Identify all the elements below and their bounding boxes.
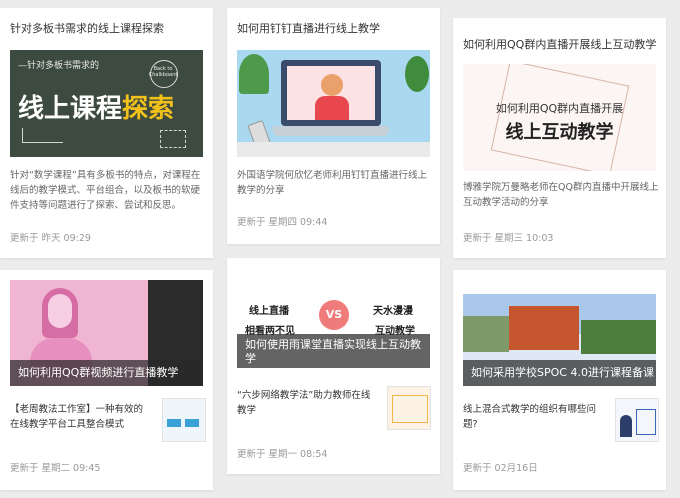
card-title[interactable]: 针对多板书需求的线上课程探索	[10, 22, 164, 36]
course-card-2[interactable]: 如何用钉钉直播进行线上教学 外国语学院何欣忆老师利用钉钉直播进行线上教学的分享 …	[227, 8, 440, 244]
thumb-line1: 如何利用QQ群内直播开展	[495, 102, 624, 115]
mini-box	[167, 419, 181, 427]
teacher-avatar	[321, 74, 343, 96]
course-card-1[interactable]: 针对多板书需求的线上课程探索 —针对多板书需求的 Back to Chalkbo…	[0, 8, 213, 258]
card-caption[interactable]: 如何使用雨课堂直播实现线上互动教学	[237, 334, 430, 368]
thumb-small-text: —针对多板书需求的	[18, 61, 100, 71]
card-description: 博雅学院万曼略老师在QQ群内直播中开展线上互动教学活动的分享	[463, 182, 659, 208]
card-thumbnail[interactable]: 如何利用QQ群内直播开展 线上互动教学	[463, 64, 656, 171]
course-card-5[interactable]: 线上直播 相看两不见 VS 天水漫漫 互动教学 如何使用雨课堂直播实现线上互动教…	[227, 258, 440, 474]
updated-time: 更新于 星期二 09:45	[10, 463, 101, 474]
thumb-big-text-white: 线上课程	[18, 94, 123, 124]
mini-person	[620, 415, 632, 437]
course-card-3[interactable]: 如何利用QQ群内直播开展线上互动教学 如何利用QQ群内直播开展 线上互动教学 博…	[453, 18, 666, 258]
related-article-link[interactable]: 线上混合式教学的组织有哪些问题?	[463, 402, 605, 432]
thumb-badge-text: Back to Chalkboard	[148, 66, 178, 78]
card-thumbnail[interactable]: 如何采用学校SPOC 4.0进行课程备课	[463, 280, 656, 386]
course-card-6[interactable]: 如何采用学校SPOC 4.0进行课程备课 线上混合式教学的组织有哪些问题? 更新…	[453, 270, 666, 490]
updated-time: 更新于 星期一 08:54	[237, 449, 328, 460]
thumb-right-line1: 天水漫漫	[373, 306, 413, 317]
card-title[interactable]: 如何用钉钉直播进行线上教学	[237, 22, 380, 36]
trees	[581, 320, 656, 354]
card-title[interactable]: 如何利用QQ群内直播开展线上互动教学	[463, 38, 656, 52]
person-face	[48, 294, 72, 328]
mini-box	[636, 409, 656, 435]
card-caption[interactable]: 如何采用学校SPOC 4.0进行课程备课	[463, 360, 656, 386]
desk	[237, 142, 430, 157]
related-article-thumb[interactable]	[615, 398, 659, 442]
course-card-4[interactable]: 如何利用QQ群视频进行直播教学 【老周教法工作室】一种有效的在线教学平台工具整合…	[0, 270, 213, 490]
plant-illustration	[239, 54, 269, 94]
card-description: 针对“数学课程”具有多板书的特点，对课程在线后的教学模式、平台组合，以及板书的软…	[10, 170, 201, 211]
card-description: 外国语学院何欣忆老师利用钉钉直播进行线上教学的分享	[237, 170, 428, 196]
card-thumbnail[interactable]	[237, 50, 430, 157]
chalk-doodle	[22, 128, 63, 143]
updated-time: 更新于 昨天 09:29	[10, 233, 91, 244]
updated-time: 更新于 星期四 09:44	[237, 217, 328, 228]
building	[509, 306, 579, 350]
thumb-left-line1: 线上直播	[249, 306, 289, 317]
card-caption[interactable]: 如何利用QQ群视频进行直播教学	[10, 360, 203, 386]
plant-illustration	[405, 56, 429, 92]
thumb-big-text: 线上课程探索	[18, 88, 174, 125]
laptop-screen	[281, 60, 381, 126]
related-article-thumb[interactable]	[387, 386, 431, 430]
card-thumbnail[interactable]: —针对多板书需求的 Back to Chalkboard 线上课程探索	[10, 50, 203, 157]
updated-time: 更新于 星期三 10:03	[463, 233, 554, 244]
video-window	[287, 66, 375, 120]
card-thumbnail[interactable]: 如何利用QQ群视频进行直播教学	[10, 280, 203, 386]
laptop-base	[273, 126, 389, 136]
thumb-highlight-text: 探索	[122, 94, 175, 124]
thumb-line2: 线上互动教学	[505, 122, 614, 143]
related-article-thumb[interactable]	[162, 398, 206, 442]
card-thumbnail[interactable]: 线上直播 相看两不见 VS 天水漫漫 互动教学 如何使用雨课堂直播实现线上互动教…	[237, 288, 430, 368]
web-header-bar	[463, 280, 656, 295]
chalk-doodle	[160, 130, 186, 148]
mini-box	[392, 395, 428, 423]
related-article-link[interactable]: 【老周教法工作室】一种有效的在线教学平台工具整合模式	[10, 402, 152, 432]
vs-badge: VS	[319, 300, 349, 330]
building	[463, 316, 509, 352]
teacher-body	[315, 96, 349, 120]
mini-box	[185, 419, 199, 427]
related-article-link[interactable]: “六步网络教学法”助力教师在线教学	[237, 388, 379, 418]
updated-time: 更新于 02月16日	[463, 463, 538, 474]
